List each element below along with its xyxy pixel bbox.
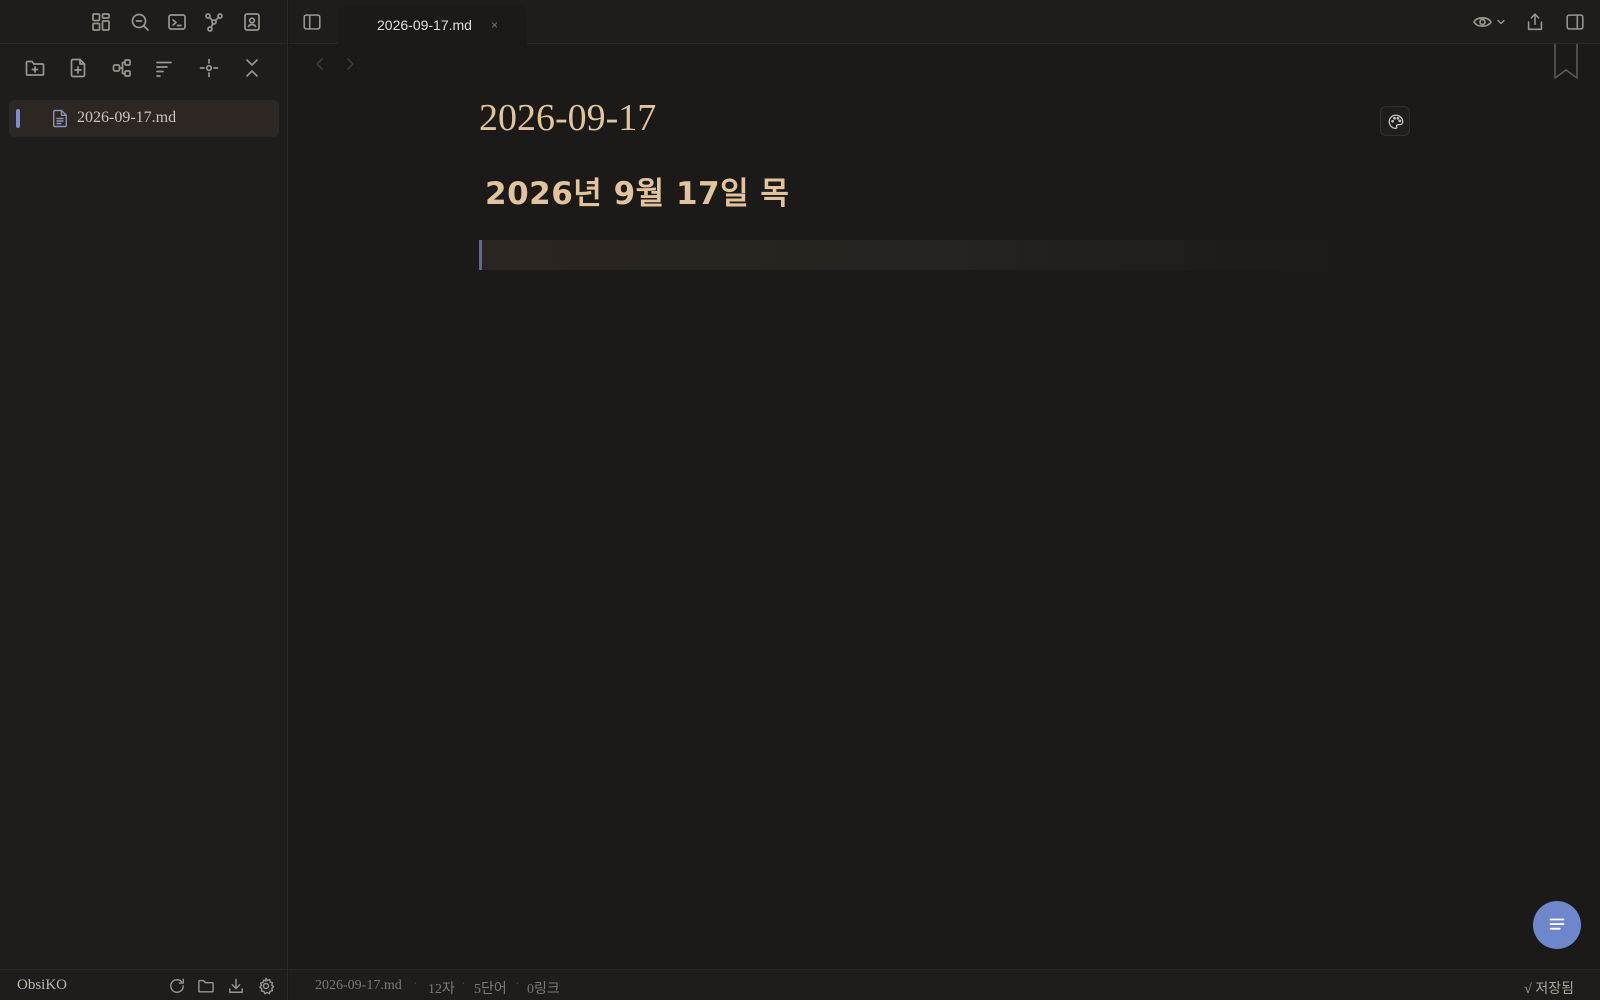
ribbon-toolbar — [0, 0, 288, 44]
tab-close-button[interactable]: × — [491, 18, 498, 32]
tab-label: 2026-09-17.md — [377, 17, 472, 33]
sort-icon[interactable] — [152, 56, 176, 80]
status-word-count: 5단어 — [474, 982, 507, 997]
file-explorer-toolbar — [0, 44, 288, 92]
note-heading[interactable]: 2026년 9월 17일 목 — [485, 168, 789, 213]
right-sidebar-toggle-icon[interactable] — [1564, 11, 1586, 33]
collapse-icon[interactable] — [240, 56, 264, 80]
sidebar-footer: ObsiKO — [0, 969, 288, 1000]
left-sidebar: 2026-09-17.md ObsiKO — [0, 0, 288, 1000]
status-bar: 2026-09-17.md · 12자 · 5단어 · 0링크 √ 저장됨 — [289, 969, 1600, 1000]
graph-icon[interactable] — [202, 10, 226, 34]
download-icon[interactable] — [226, 976, 246, 996]
document-icon — [51, 109, 69, 128]
folder-icon[interactable] — [196, 976, 216, 996]
settings-icon[interactable] — [256, 976, 276, 996]
new-folder-icon[interactable] — [23, 56, 47, 80]
contact-icon[interactable] — [240, 10, 264, 34]
structure-icon[interactable] — [110, 56, 134, 80]
locate-icon[interactable] — [197, 56, 221, 80]
tab-note[interactable]: 2026-09-17.md × — [338, 6, 527, 44]
dashboard-icon[interactable] — [89, 10, 113, 34]
share-icon[interactable] — [1524, 11, 1546, 33]
note-title[interactable]: 2026-09-17 — [479, 96, 656, 140]
status-separator: · — [461, 977, 466, 992]
file-name: 2026-09-17.md — [77, 109, 177, 126]
bookmark-icon[interactable] — [1553, 44, 1579, 80]
status-link-count: 0링크 — [527, 982, 560, 997]
active-indicator — [16, 109, 20, 128]
palette-icon[interactable] — [1380, 106, 1410, 136]
reading-view-icon[interactable] — [1472, 11, 1508, 33]
text-cursor — [479, 240, 482, 270]
tab-bar: 2026-09-17.md × — [289, 0, 1600, 44]
vault-name[interactable]: ObsiKO — [17, 977, 67, 994]
refresh-icon[interactable] — [167, 976, 187, 996]
status-char-count: 12자 — [428, 982, 455, 997]
search-icon[interactable] — [128, 10, 152, 34]
chevron-left-icon[interactable] — [312, 56, 328, 72]
outline-button[interactable] — [1533, 901, 1581, 949]
editor-active-line[interactable] — [479, 240, 1349, 270]
status-separator: · — [515, 977, 520, 992]
chevron-right-icon[interactable] — [342, 56, 358, 72]
status-filename: 2026-09-17.md — [315, 978, 402, 993]
saved-status: √ 저장됨 — [1524, 982, 1574, 997]
file-tree-item[interactable]: 2026-09-17.md — [9, 100, 279, 137]
new-file-icon[interactable] — [66, 56, 90, 80]
sidebar-toggle-icon[interactable] — [301, 11, 323, 33]
terminal-icon[interactable] — [165, 10, 189, 34]
status-separator: · — [413, 977, 418, 992]
